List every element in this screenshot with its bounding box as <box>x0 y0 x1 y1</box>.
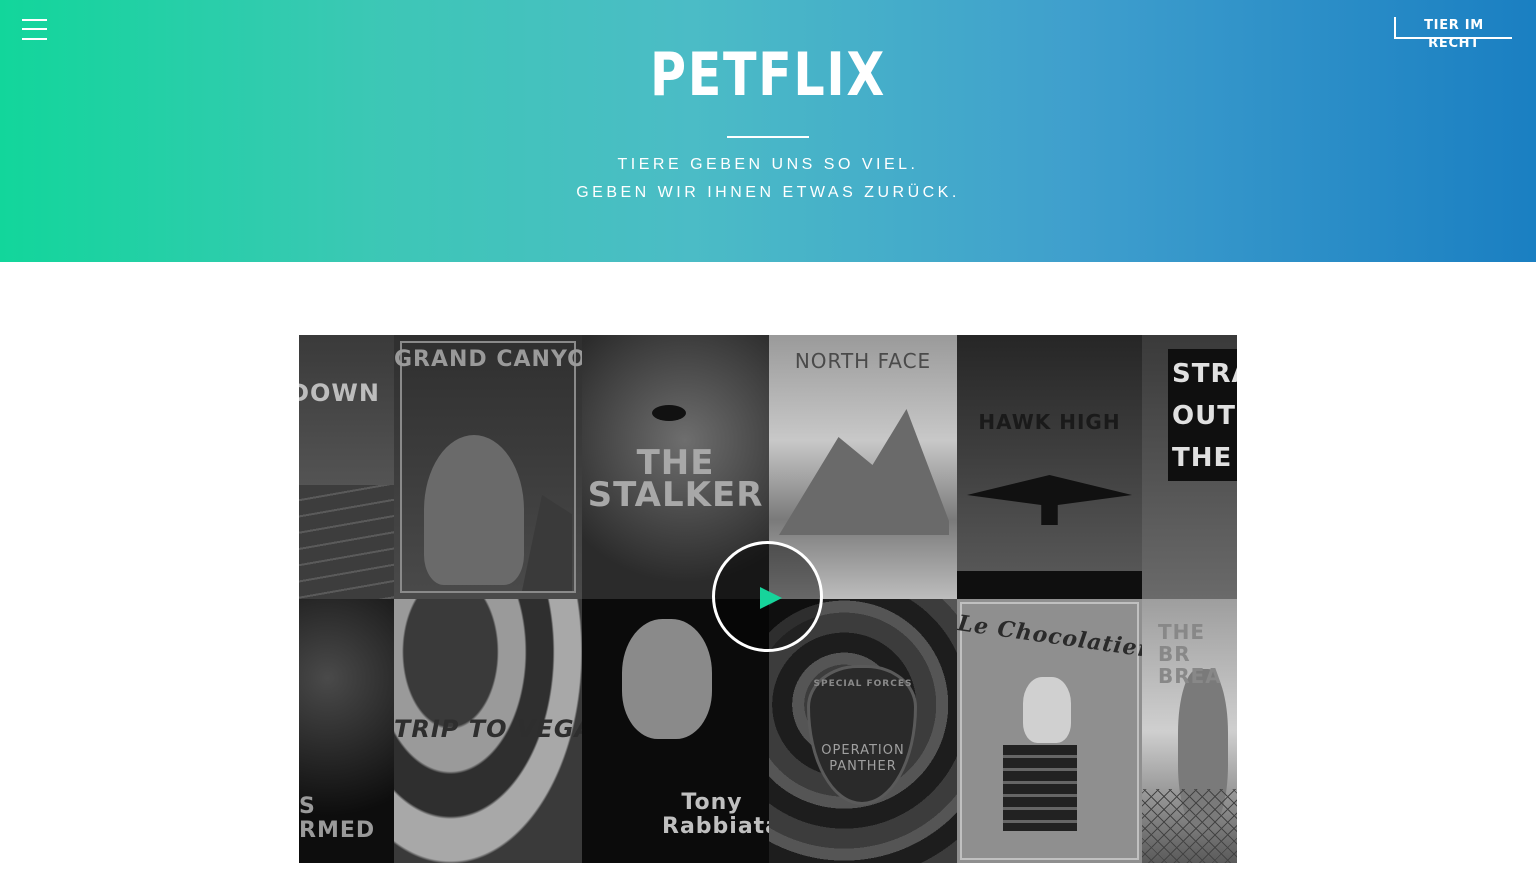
poster-title: STRA OUT THE <box>1172 359 1237 473</box>
poster-title: TRIP TO VEGAS <box>394 715 582 743</box>
poster-title: NORTH FACE <box>794 349 932 373</box>
poster-title: GRAND CANYON <box>394 347 582 372</box>
field-lines <box>299 485 394 599</box>
dog-eye <box>652 405 686 421</box>
hero-banner: TIER IM RECHT PETFLIX TIERE GEBEN UNS SO… <box>0 0 1536 262</box>
video-player[interactable]: DOWN GRAND CANYON THE STALKER NORTH FACE… <box>299 335 1237 863</box>
poster-title: HAWK HIGH <box>978 410 1121 434</box>
poster-trip-to-vegas: TRIP TO VEGAS <box>394 599 582 863</box>
poster-grand-canyon: GRAND CANYON <box>394 335 582 599</box>
poster-title: OPERATION PANTHER <box>821 743 905 774</box>
hamburger-menu-icon[interactable] <box>22 17 48 43</box>
tagline-line-2: GEBEN WIR IHNEN ETWAS ZURÜCK. <box>576 184 960 201</box>
poster-straight-outta: STRA OUT THE <box>1142 335 1237 599</box>
poster-countdown: DOWN <box>299 335 394 599</box>
hawk-silhouette <box>967 475 1132 525</box>
menu-line <box>22 38 47 40</box>
poster-subtitle: SPECIAL FORCES <box>813 679 913 689</box>
poster-hawk-high: HAWK HIGH <box>957 335 1142 599</box>
poster-le-chocolatier: Le Chocolatier <box>957 599 1142 863</box>
menu-line <box>22 19 47 21</box>
poster-title: S RMED <box>299 794 376 843</box>
tagline-line-1: TIERE GEBEN UNS SO VIEL. <box>617 156 919 173</box>
poster-title: THE STALKER <box>587 443 764 515</box>
petflix-logo: PETFLIX <box>650 40 886 110</box>
poster-title: DOWN <box>299 379 380 407</box>
poster-armed: S RMED <box>299 599 394 863</box>
hamster-silhouette <box>1023 677 1071 743</box>
fence <box>1142 789 1237 863</box>
logo-divider <box>727 136 809 138</box>
play-icon <box>760 587 782 609</box>
poster-title: THE BR BREA <box>1158 620 1222 688</box>
poster-the-break: THE BR BREA <box>1142 599 1237 863</box>
cat-silhouette <box>424 435 524 585</box>
menu-line <box>22 28 47 30</box>
poster-title: Tony Rabbiata <box>662 790 769 839</box>
tier-im-recht-link[interactable]: TIER IM RECHT <box>1394 17 1512 51</box>
rat-silhouette <box>622 619 712 739</box>
mountain-shape <box>779 409 949 535</box>
ground-strip <box>957 571 1142 599</box>
chocolate-stack <box>1003 745 1077 831</box>
play-button[interactable] <box>712 541 823 652</box>
